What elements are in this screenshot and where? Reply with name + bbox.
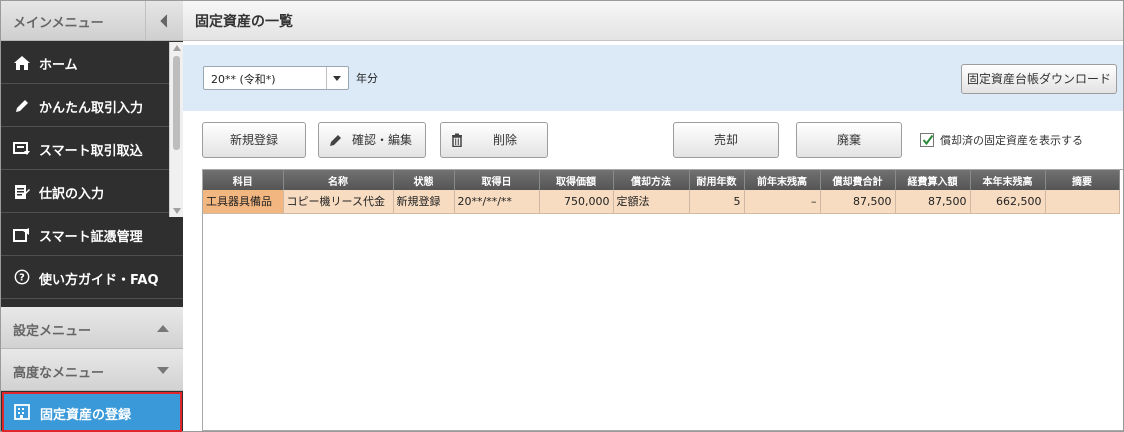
- show-depreciated-label[interactable]: 償却済の固定資産を表示する: [940, 132, 1083, 148]
- sell-button[interactable]: 売却: [673, 122, 779, 158]
- column-header[interactable]: 耐用年数: [689, 170, 745, 190]
- sidebar-item-fixed-asset-register[interactable]: 固定資産の登録: [2, 392, 182, 432]
- cell-memo: [1045, 190, 1120, 214]
- sidebar-item-home[interactable]: ホーム: [1, 42, 169, 84]
- delete-button[interactable]: 削除: [440, 122, 548, 158]
- confirm-edit-label: 確認・編集: [351, 133, 412, 147]
- sidebar-title: メインメニュー: [13, 16, 104, 31]
- year-select-value: 20** (令和*): [211, 73, 276, 86]
- active-item-label: 固定資産の登録: [40, 408, 132, 423]
- column-header[interactable]: 経費算入額: [895, 170, 971, 190]
- sidebar-item-label: スマート証憑管理: [39, 230, 143, 245]
- cell-depreciation-method: 定額法: [613, 190, 690, 214]
- sidebar-item-easy-entry[interactable]: かんたん取引入力: [1, 85, 169, 127]
- sidebar-item-label: スマート取引取込: [39, 144, 143, 159]
- page-title: 固定資産の一覧: [195, 14, 293, 30]
- filter-bar: 20** (令和*) 年分 固定資産台帳ダウンロード: [183, 45, 1123, 111]
- main-panel: 固定資産の一覧 20** (令和*) 年分 固定資産台帳ダウンロード 新規登録 …: [183, 1, 1123, 431]
- cell-account: 工具器具備品: [203, 190, 284, 214]
- sidebar-item-label: 仕訳の入力: [39, 187, 105, 202]
- dropdown-arrow-icon[interactable]: [326, 67, 348, 89]
- pencil-icon: [16, 100, 28, 112]
- help-icon: ?: [14, 269, 30, 285]
- sidebar-item-label: 使い方ガイド・FAQ: [39, 273, 159, 288]
- sidebar-item-guide-faq[interactable]: ? 使い方ガイド・FAQ: [1, 257, 183, 299]
- cell-expense-amount: 87,500: [895, 190, 971, 214]
- cell-status: 新規登録: [393, 190, 455, 214]
- delete-label: 削除: [492, 133, 517, 147]
- column-header[interactable]: 科目: [203, 170, 284, 190]
- journal-icon: [15, 185, 30, 199]
- sidebar-item-journal-entry[interactable]: 仕訳の入力: [1, 171, 169, 213]
- page-header: 固定資産の一覧: [183, 1, 1123, 41]
- pencil-icon: [330, 135, 341, 146]
- sidebar-header: メインメニュー: [1, 1, 183, 41]
- year-suffix-label: 年分: [356, 72, 378, 85]
- table-header-row: 科目 名称 状態 取得日 取得価額 償却方法 耐用年数 前年末残高 償却費合計 …: [203, 170, 1120, 190]
- dispose-button[interactable]: 廃棄: [796, 122, 902, 158]
- new-register-label: 新規登録: [229, 133, 278, 147]
- svg-text:?: ?: [19, 273, 25, 284]
- cell-name: コピー機リース代金: [283, 190, 394, 214]
- advanced-menu-toggle[interactable]: 高度なメニュー: [1, 349, 183, 391]
- building-icon: [14, 404, 30, 420]
- new-register-button[interactable]: 新規登録: [202, 122, 306, 158]
- scrollbar-thumb[interactable]: [173, 56, 180, 150]
- chevron-down-icon: [157, 367, 169, 374]
- column-header[interactable]: 取得日: [454, 170, 540, 190]
- scroll-up-icon[interactable]: [173, 45, 181, 51]
- column-header[interactable]: 本年末残高: [970, 170, 1046, 190]
- chevron-left-icon: [160, 14, 168, 28]
- cell-prev-year-balance: –: [744, 190, 821, 214]
- column-header[interactable]: 名称: [283, 170, 394, 190]
- cell-useful-life: 5: [689, 190, 745, 214]
- table-row[interactable]: 工具器具備品 コピー機リース代金 新規登録 20**/**/** 750,000…: [203, 190, 1120, 214]
- column-header[interactable]: 取得価額: [539, 170, 614, 190]
- cell-depreciation-total: 87,500: [820, 190, 896, 214]
- home-icon: [14, 56, 30, 70]
- asset-table: 科目 名称 状態 取得日 取得価額 償却方法 耐用年数 前年末残高 償却費合計 …: [202, 169, 1123, 431]
- sidebar-scrollbar[interactable]: [169, 42, 183, 217]
- settings-menu-label: 設定メニュー: [13, 324, 92, 339]
- column-header[interactable]: 摘要: [1045, 170, 1120, 190]
- column-header[interactable]: 償却費合計: [820, 170, 896, 190]
- sidebar: メインメニュー ホーム かんたん取引入力 スマート取引取込 仕訳の入力 スマート…: [1, 1, 183, 432]
- sidebar-item-smart-voucher[interactable]: スマート証憑管理: [1, 214, 183, 256]
- advanced-menu-label: 高度なメニュー: [13, 366, 105, 381]
- checkmark-icon: [922, 134, 934, 146]
- show-depreciated-checkbox[interactable]: [920, 133, 934, 147]
- confirm-edit-button[interactable]: 確認・編集: [318, 122, 426, 158]
- scroll-down-icon[interactable]: [173, 208, 181, 214]
- cell-acquired-date: 20**/**/**: [454, 190, 540, 214]
- chevron-up-icon: [157, 325, 169, 332]
- year-select[interactable]: 20** (令和*): [203, 66, 349, 90]
- document-icon: [13, 228, 29, 242]
- sidebar-item-label: ホーム: [39, 58, 78, 73]
- collapse-sidebar-button[interactable]: [145, 1, 183, 41]
- column-header[interactable]: 状態: [393, 170, 455, 190]
- column-header[interactable]: 前年末残高: [744, 170, 821, 190]
- column-header[interactable]: 償却方法: [613, 170, 690, 190]
- sidebar-item-label: かんたん取引入力: [39, 101, 144, 116]
- settings-menu-toggle[interactable]: 設定メニュー: [1, 307, 183, 349]
- trash-icon: [452, 133, 462, 147]
- import-icon: [13, 142, 30, 155]
- cell-acquisition-cost: 750,000: [539, 190, 614, 214]
- download-ledger-button[interactable]: 固定資産台帳ダウンロード: [961, 64, 1117, 94]
- cell-year-end-balance: 662,500: [970, 190, 1046, 214]
- sidebar-item-smart-import[interactable]: スマート取引取込: [1, 128, 169, 170]
